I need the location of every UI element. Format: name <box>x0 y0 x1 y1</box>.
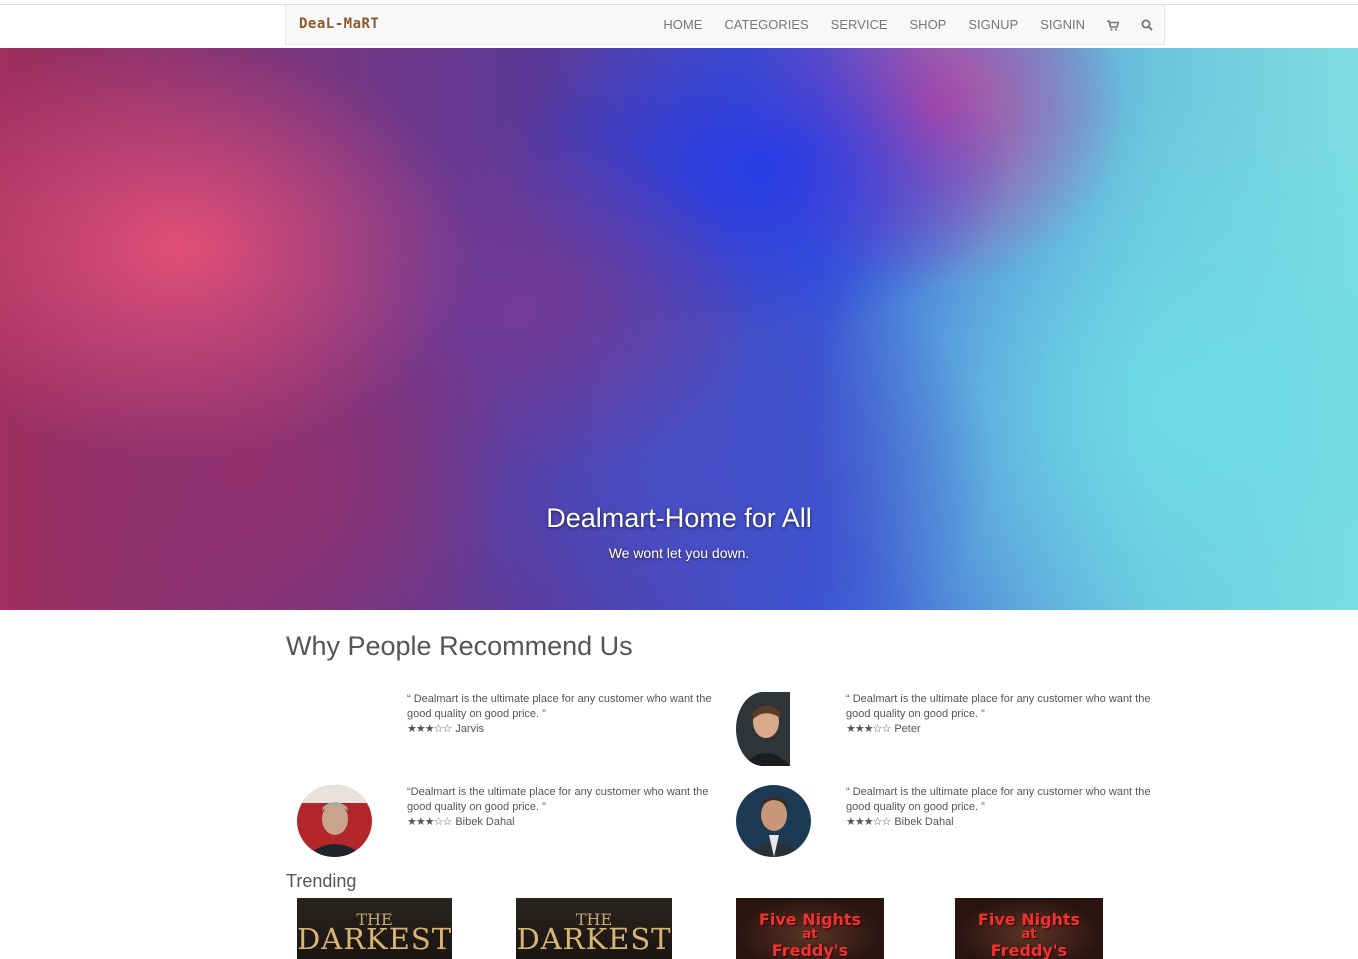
testimonial-card: “ Dealmart is the ultimate place for any… <box>846 785 1166 830</box>
rating: ★★★☆☆ Bibek Dahal <box>846 815 1166 830</box>
cart-icon[interactable] <box>1096 19 1130 31</box>
nav-shop[interactable]: SHOP <box>899 5 958 45</box>
testimonial-quote: “ Dealmart is the ultimate place for any… <box>846 693 1151 720</box>
nav-home[interactable]: HOME <box>652 5 713 45</box>
nav-signin[interactable]: SIGNIN <box>1029 5 1096 45</box>
reviewer-name: Jarvis <box>455 723 485 735</box>
cover-text: at <box>802 927 818 942</box>
brand-logo[interactable]: DeaL-MaRT <box>299 16 379 32</box>
product-card[interactable]: THE DARKEST <box>297 898 452 959</box>
star-rating-icon: ★★★☆☆ <box>846 723 891 735</box>
star-rating-icon: ★★★☆☆ <box>846 816 891 828</box>
testimonial-card: “Dealmart is the ultimate place for any … <box>407 785 727 830</box>
product-card[interactable]: Five Nights at Freddy's <box>955 898 1103 959</box>
avatar <box>297 785 372 857</box>
cover-text: Freddy's <box>990 941 1068 959</box>
section-title: Why People Recommend Us <box>286 631 633 661</box>
rating: ★★★☆☆ Peter <box>846 722 1166 737</box>
testimonial-quote: “ Dealmart is the ultimate place for any… <box>846 786 1151 813</box>
nav-categories[interactable]: CATEGORIES <box>713 5 819 45</box>
nav-signup[interactable]: SIGNUP <box>957 5 1029 45</box>
reviewer-name: Bibek Dahal <box>455 816 515 828</box>
product-card[interactable]: THE DARKEST <box>516 898 672 959</box>
hero-subtitle: We wont let you down. <box>608 545 750 561</box>
testimonial-card: “ Dealmart is the ultimate place for any… <box>407 692 727 737</box>
cover-text: DARKEST <box>297 922 452 956</box>
hero-title: Dealmart-Home for All <box>546 503 812 533</box>
cover-text: at <box>1021 927 1037 942</box>
avatar <box>736 785 811 857</box>
cover-text: DARKEST <box>516 922 672 956</box>
nav-menu: HOME CATEGORIES SERVICE SHOP SIGNUP SIGN… <box>652 5 1164 45</box>
hero-banner: Dealmart-Home for All We wont let you do… <box>0 48 1358 610</box>
testimonial-card: “ Dealmart is the ultimate place for any… <box>846 692 1166 737</box>
search-icon[interactable] <box>1130 19 1164 31</box>
cover-text: Freddy's <box>771 941 849 959</box>
avatar <box>736 692 790 766</box>
reviewer-name: Peter <box>894 723 921 735</box>
star-rating-icon: ★★★☆☆ <box>407 723 452 735</box>
rating: ★★★☆☆ Jarvis <box>407 722 727 737</box>
navbar: DeaL-MaRT HOME CATEGORIES SERVICE SHOP S… <box>285 5 1165 45</box>
nav-service[interactable]: SERVICE <box>820 5 899 45</box>
product-card[interactable]: Five Nights at Freddy's <box>736 898 884 959</box>
star-rating-icon: ★★★☆☆ <box>407 816 452 828</box>
rating: ★★★☆☆ Bibek Dahal <box>407 815 727 830</box>
trending-title: Trending <box>286 871 357 891</box>
reviewer-name: Bibek Dahal <box>894 816 954 828</box>
testimonial-quote: “Dealmart is the ultimate place for any … <box>407 786 709 813</box>
testimonial-quote: “ Dealmart is the ultimate place for any… <box>407 693 712 720</box>
